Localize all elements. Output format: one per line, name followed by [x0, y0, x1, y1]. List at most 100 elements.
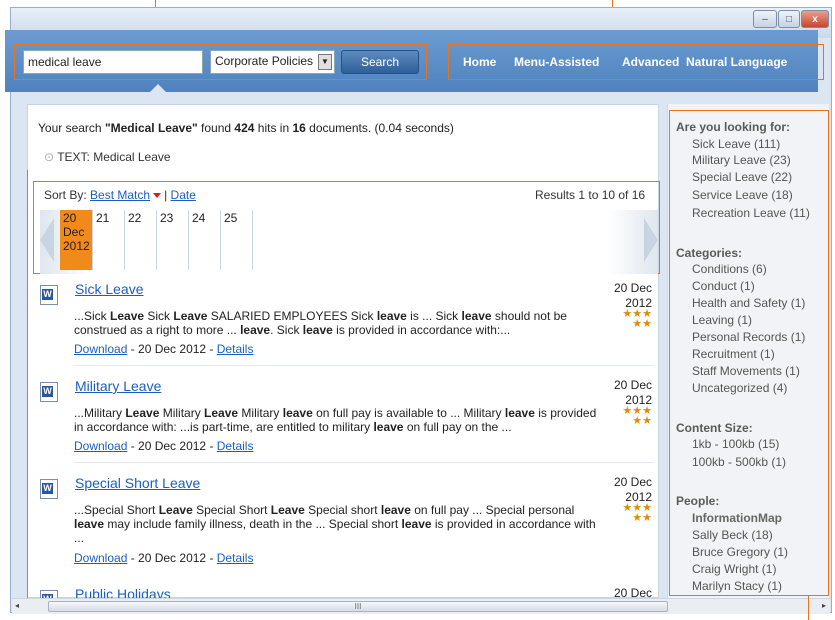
category-link[interactable]: Uncategorized (4) [692, 381, 787, 395]
date-day[interactable]: 24 [188, 210, 220, 270]
date-day[interactable]: 23 [156, 210, 188, 270]
content-size-link[interactable]: 100kb - 500kb (1) [692, 455, 786, 469]
result-title-link[interactable]: Sick Leave [75, 281, 143, 297]
text-filter: ⊙ TEXT: Medical Leave [44, 150, 171, 164]
caret-down-icon[interactable] [153, 193, 162, 199]
minimize-button[interactable]: – [753, 10, 777, 28]
suggestion-link[interactable]: Military Leave (23) [692, 153, 791, 167]
sort-best-match[interactable]: Best Match [90, 188, 150, 202]
category-link[interactable]: Health and Safety (1) [692, 296, 805, 310]
date-selected-day: 20 [63, 211, 77, 225]
summary-hits-in: hits in [254, 121, 293, 135]
category-link[interactable]: Personal Records (1) [692, 330, 805, 344]
date-column-empty [252, 210, 284, 270]
result-meta-date: - 20 Dec 2012 - [127, 342, 217, 356]
category-link[interactable]: Conditions (6) [692, 262, 767, 276]
result-date-day: 20 Dec [613, 281, 652, 295]
annotation-line-left [27, 170, 28, 612]
annotation-box-nav [448, 44, 824, 80]
word-document-icon: W [40, 479, 58, 499]
scroll-left-icon[interactable]: ◂ [15, 601, 19, 610]
download-link[interactable]: Download [74, 439, 127, 453]
result-date: 20 Dec 2012 [592, 281, 652, 311]
result-title-link[interactable]: Special Short Leave [75, 475, 200, 491]
result-meta: Download - 20 Dec 2012 - Details [74, 439, 253, 453]
result-snippet: ...Sick Leave Sick Leave SALARIED EMPLOY… [74, 309, 567, 337]
category-link[interactable]: Conduct (1) [692, 279, 755, 293]
people-heading: People: [676, 494, 720, 508]
person-link[interactable]: Sally Beck (18) [692, 528, 773, 542]
looking-for-heading: Are you looking for: [676, 120, 790, 134]
annotation-box-search [14, 44, 427, 80]
date-day[interactable]: 22 [124, 210, 156, 270]
result-date: 20 Dec 2012 [592, 378, 652, 408]
result-divider [74, 365, 654, 366]
word-document-icon: W [40, 382, 58, 402]
scroll-right-icon[interactable]: ▸ [822, 601, 826, 610]
result-date: 20 Dec 2012 [592, 475, 652, 505]
details-link[interactable]: Details [217, 439, 254, 453]
person-link[interactable]: Marilyn Stacy (1) [692, 579, 782, 593]
date-selected[interactable]: 20 Dec 2012 [60, 210, 92, 270]
result-snippet: ...Military Leave Military Leave Militar… [74, 406, 597, 434]
category-link[interactable]: Leaving (1) [692, 313, 752, 327]
arrow-right-icon[interactable] [644, 218, 658, 262]
sort-label: Sort By: [44, 188, 87, 202]
sort-bar: Sort By: Best Match | Date [44, 188, 196, 202]
content-size-link[interactable]: 1kb - 100kb (15) [692, 437, 779, 451]
result-item: W Special Short Leave 20 Dec 2012 ★★★ ★★ .… [40, 475, 658, 570]
download-link[interactable]: Download [74, 551, 127, 565]
search-summary: Your search "Medical Leave" found 424 hi… [38, 121, 454, 135]
suggestion-link[interactable]: Recreation Leave (11) [692, 206, 810, 220]
arrow-left-icon[interactable] [40, 218, 54, 262]
sort-divider: | [164, 188, 168, 202]
people-subheading: InformationMap [692, 511, 782, 525]
date-selected-month: Dec [63, 225, 85, 239]
result-date-day: 20 Dec [613, 378, 652, 392]
horizontal-scrollbar[interactable]: ◂ III ▸ [12, 598, 830, 614]
summary-docs: 16 [292, 121, 306, 135]
content-size-heading: Content Size: [676, 421, 753, 435]
summary-found: found [197, 121, 235, 135]
result-title-link[interactable]: Military Leave [75, 378, 161, 394]
suggestion-link[interactable]: Service Leave (18) [692, 188, 793, 202]
result-item: W Military Leave 20 Dec 2012 ★★★ ★★ ...Mil… [40, 378, 658, 463]
scrollbar-thumb[interactable]: III [48, 601, 668, 612]
results-range: Results 1 to 10 of 16 [535, 188, 646, 202]
suggestion-link[interactable]: Special Leave (22) [692, 170, 792, 184]
person-link[interactable]: Craig Wright (1) [692, 562, 776, 576]
date-selected-year: 2012 [63, 239, 90, 253]
category-link[interactable]: Recruitment (1) [692, 347, 775, 361]
person-link[interactable]: Bruce Gregory (1) [692, 545, 788, 559]
result-meta: Download - 20 Dec 2012 - Details [74, 551, 253, 565]
details-link[interactable]: Details [217, 342, 254, 356]
close-button[interactable]: x [801, 10, 829, 28]
date-day[interactable]: 21 [92, 210, 124, 270]
rating-stars-icon: ★★★ ★★ [622, 308, 652, 330]
result-date-day: 20 Dec [613, 475, 652, 489]
filter-bullet-icon: ⊙ [44, 150, 55, 164]
annotation-line-right [808, 596, 809, 620]
result-meta-date: - 20 Dec 2012 - [127, 551, 217, 565]
download-link[interactable]: Download [74, 342, 127, 356]
word-document-icon: W [40, 285, 58, 305]
summary-prefix: Your search [38, 121, 105, 135]
result-meta-date: - 20 Dec 2012 - [127, 439, 217, 453]
suggestion-link[interactable]: Sick Leave (111) [692, 137, 780, 151]
rating-stars-icon: ★★★ ★★ [622, 405, 652, 427]
sort-date[interactable]: Date [171, 188, 196, 202]
result-meta: Download - 20 Dec 2012 - Details [74, 342, 253, 356]
result-divider [74, 462, 654, 463]
category-link[interactable]: Staff Movements (1) [692, 364, 800, 378]
result-snippet: ...Special Short Leave Special Short Lea… [74, 503, 596, 545]
date-strip: 20 Dec 2012 21 22 23 24 25 [40, 210, 658, 274]
summary-query: "Medical Leave" [104, 121, 198, 135]
details-link[interactable]: Details [217, 551, 254, 565]
summary-suffix: documents. (0.04 seconds) [305, 121, 454, 135]
date-day[interactable]: 25 [220, 210, 252, 270]
text-filter-label: TEXT: Medical Leave [57, 150, 171, 164]
summary-hits: 424 [234, 121, 255, 135]
categories-heading: Categories: [676, 246, 743, 260]
result-item: W Sick Leave 20 Dec 2012 ★★★ ★★ ...Sick Le… [40, 281, 658, 366]
maximize-button[interactable]: □ [778, 10, 800, 28]
